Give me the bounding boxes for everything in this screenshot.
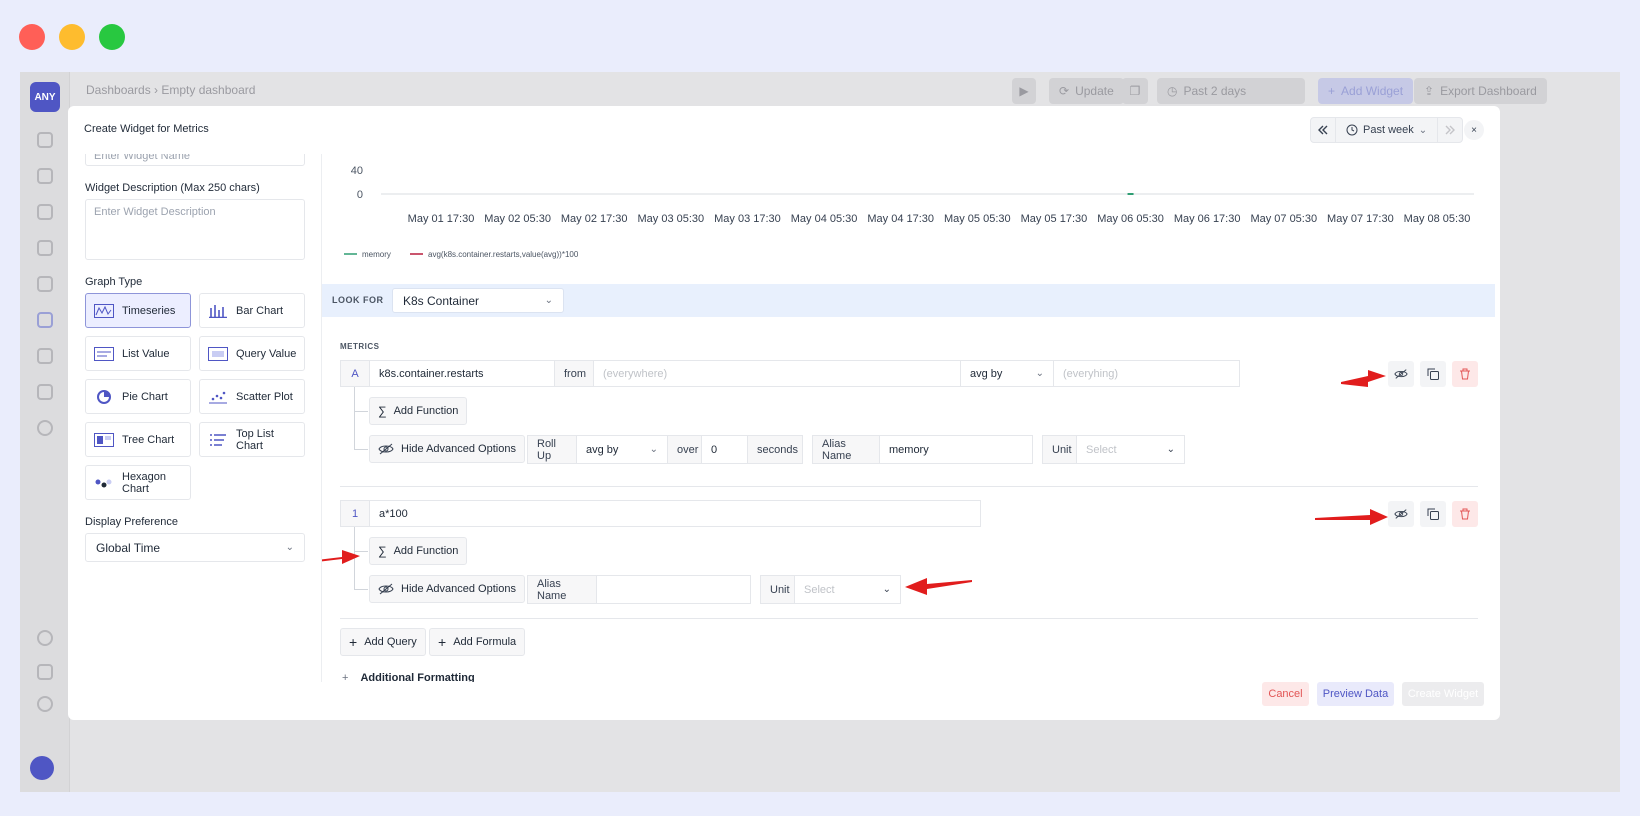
arrow-to-visibility-formula <box>1315 509 1388 525</box>
time-back-button[interactable] <box>1311 118 1335 142</box>
time-range-label: Past 2 days <box>1183 84 1247 98</box>
clock-icon: ◷ <box>1167 84 1178 98</box>
graph-type-pie-chart[interactable]: Pie Chart <box>85 379 191 414</box>
arrow-to-add-function <box>322 550 360 564</box>
graph-type-label-text: Hexagon Chart <box>122 470 167 495</box>
widget-name-input[interactable]: Enter Widget Name <box>85 154 305 166</box>
graph-type-bar-chart[interactable]: Bar Chart <box>199 293 305 328</box>
pie-chart-icon <box>97 389 111 404</box>
graph-type-label: Graph Type <box>85 276 143 288</box>
preview-data-button[interactable]: Preview Data <box>1317 682 1394 706</box>
breadcrumb[interactable]: Dashboards › Empty dashboard <box>86 83 255 97</box>
help-icon[interactable] <box>37 630 53 646</box>
widget-description-input[interactable]: Enter Widget Description <box>85 199 305 260</box>
update-button[interactable]: ⟳ Update <box>1049 78 1124 104</box>
arrow-to-unit-select <box>905 578 972 595</box>
widget-settings-panel: Enter Widget Name Widget Description (Ma… <box>68 154 322 682</box>
home-icon[interactable] <box>37 132 53 148</box>
graph-type-hexagon-chart[interactable]: Hexagon Chart <box>85 465 191 500</box>
chevron-down-icon: ⌄ <box>285 542 294 553</box>
copy-dashboard-button[interactable]: ❐ <box>1122 78 1148 104</box>
logs-icon[interactable] <box>37 204 53 220</box>
add-widget-label: Add Widget <box>1341 84 1404 98</box>
graph-type-label-text: Timeseries <box>122 304 176 317</box>
dashboards-icon[interactable] <box>37 312 53 328</box>
traces-icon[interactable] <box>37 240 53 256</box>
background-sidebar: ANY <box>20 72 70 792</box>
graph-type-label-text: Query Value <box>236 347 297 360</box>
annotation-arrows <box>322 370 1388 595</box>
create-widget-modal: Create Widget for Metrics Past week ⌄ × … <box>68 106 1500 720</box>
window-close-dot[interactable] <box>19 24 45 50</box>
display-preference-select[interactable]: Global Time ⌄ <box>85 533 305 562</box>
integrations-icon[interactable] <box>37 384 53 400</box>
double-chevron-left-icon <box>1318 125 1328 135</box>
graph-type-label-text: Pie Chart <box>122 390 168 403</box>
export-dashboard-button[interactable]: ⇪ Export Dashboard <box>1414 78 1547 104</box>
modal-header: Create Widget for Metrics Past week ⌄ × <box>68 106 1500 154</box>
modal-title: Create Widget for Metrics <box>84 123 209 135</box>
graph-type-list-value[interactable]: List Value <box>85 336 191 371</box>
tree-chart-icon <box>94 432 114 447</box>
infra-icon[interactable] <box>37 348 53 364</box>
timeseries-icon <box>94 303 114 318</box>
graph-type-tree-chart[interactable]: Tree Chart <box>85 422 191 457</box>
layers-icon[interactable] <box>37 168 53 184</box>
double-chevron-right-icon <box>1445 125 1456 135</box>
query-builder-panel: 40 0 May 01 17:30 May 02 05:30 May 02 17:30 M… <box>322 154 1500 682</box>
bar-chart-icon <box>209 304 227 318</box>
top-list-icon <box>210 433 226 446</box>
graph-type-query-value[interactable]: Query Value <box>199 336 305 371</box>
plus-icon: + <box>1328 84 1336 98</box>
chevron-down-icon: ⌄ <box>1418 124 1428 136</box>
graph-type-label-text: List Value <box>122 347 170 360</box>
clock-icon <box>1346 124 1358 136</box>
display-preference-label: Display Preference <box>85 516 178 528</box>
time-forward-button[interactable] <box>1438 118 1462 142</box>
time-range-select[interactable]: Past week ⌄ <box>1335 118 1439 142</box>
query-value-icon <box>208 346 228 361</box>
scatter-plot-icon <box>209 391 227 403</box>
graph-type-top-list-chart[interactable]: Top List Chart <box>199 422 305 457</box>
graph-type-label-text: Top List Chart <box>236 427 274 452</box>
modal-close-button[interactable]: × <box>1464 120 1484 140</box>
app-logo: ANY <box>30 82 60 112</box>
cancel-button[interactable]: Cancel <box>1262 682 1309 706</box>
widget-description-label: Widget Description (Max 250 chars) <box>85 182 260 194</box>
graph-type-timeseries[interactable]: Timeseries <box>85 293 191 328</box>
update-label: Update <box>1075 84 1114 98</box>
user-avatar[interactable] <box>30 756 54 780</box>
export-label: Export Dashboard <box>1440 84 1537 98</box>
graph-type-scatter-plot[interactable]: Scatter Plot <box>199 379 305 414</box>
time-range-label: Past week <box>1363 124 1414 136</box>
hexagon-chart-icon <box>95 479 112 487</box>
window-maximize-dot[interactable] <box>99 24 125 50</box>
invite-icon[interactable] <box>37 664 53 680</box>
graph-type-label-text: Bar Chart <box>236 304 284 317</box>
play-button[interactable]: ▶ <box>1012 78 1036 104</box>
time-selector-group: Past week ⌄ <box>1310 117 1464 143</box>
window-minimize-dot[interactable] <box>59 24 85 50</box>
modal-footer: Cancel Preview Data Create Widget <box>68 682 1500 720</box>
graph-type-label-text: Tree Chart <box>122 433 175 446</box>
arrow-to-visibility-query <box>1341 370 1386 387</box>
list-value-icon <box>94 346 114 361</box>
create-widget-button[interactable]: Create Widget <box>1402 682 1484 706</box>
time-range-button[interactable]: ◷ Past 2 days <box>1157 78 1305 104</box>
display-preference-value: Global Time <box>96 540 161 555</box>
settings-icon[interactable] <box>37 420 53 436</box>
refresh-icon: ⟳ <box>1059 84 1070 98</box>
export-icon: ⇪ <box>1424 84 1435 98</box>
add-widget-button[interactable]: + Add Widget <box>1318 78 1414 104</box>
alerts-icon[interactable] <box>37 276 53 292</box>
feedback-icon[interactable] <box>37 696 53 712</box>
graph-type-label-text: Scatter Plot <box>236 390 293 403</box>
